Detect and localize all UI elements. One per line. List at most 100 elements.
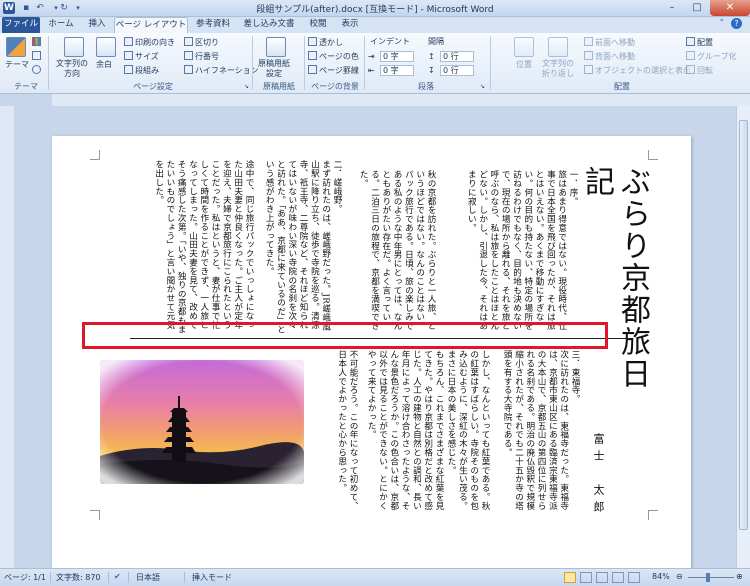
- paragraph-group-label: 段落: [418, 82, 434, 91]
- ribbon-separator: [304, 36, 305, 90]
- highlight-annotation-box: [82, 322, 608, 349]
- wrap-text-button[interactable]: 文字列の 折り返し: [542, 59, 574, 79]
- arrange-group-label: 配置: [614, 82, 630, 91]
- text-block-6[interactable]: しかし、なんといっても紅葉である。秋の紅葉はすばらしい。寺院そのものを包み込むよ…: [446, 350, 490, 514]
- send-backward-icon: [584, 51, 593, 60]
- print-layout-view-icon[interactable]: [564, 572, 576, 583]
- document-title[interactable]: ぶらり京都旅日記: [579, 166, 650, 406]
- ribbon-separator: [490, 36, 491, 90]
- tab-review[interactable]: 校閲: [304, 17, 332, 33]
- outline-view-icon[interactable]: [612, 572, 624, 583]
- zoom-out-icon[interactable]: ⊖: [676, 572, 683, 581]
- horizontal-ruler[interactable]: [52, 94, 750, 106]
- window-title: 段組サンプル(after).docx [互換モード] - Microsoft W…: [256, 5, 494, 15]
- columns-button[interactable]: 段組み: [124, 65, 159, 76]
- minimize-ribbon-icon[interactable]: ˄: [720, 19, 725, 29]
- draft-view-icon[interactable]: [628, 572, 640, 583]
- breaks-button[interactable]: 区切り: [184, 37, 219, 48]
- text-block-2[interactable]: 秋の京都を訪れた。ぶらりと一人旅、というほどではない。なんのことはない、パック旅…: [344, 170, 436, 334]
- hyphenation-button[interactable]: ハイフネーション: [184, 65, 259, 76]
- manuscript-icon[interactable]: [266, 37, 286, 57]
- document-page[interactable]: ぶらり京都旅日記 富士 太郎 一．序。 旅はあまり得意ではない。現役時代、仕事で…: [52, 136, 691, 568]
- tab-insert[interactable]: 挿入: [82, 17, 112, 33]
- web-layout-view-icon[interactable]: [596, 572, 608, 583]
- hyphenation-icon: [184, 65, 193, 74]
- theme-button[interactable]: テーマ: [5, 59, 29, 70]
- close-button[interactable]: ✕: [710, 0, 750, 16]
- page-background-group-label: ページの背景: [311, 82, 359, 91]
- maximize-button[interactable]: □: [685, 0, 709, 16]
- pagoda-sunset-photo[interactable]: [100, 360, 304, 484]
- document-author[interactable]: 富士 太郎: [584, 433, 606, 523]
- tab-view[interactable]: 表示: [336, 17, 364, 33]
- size-button[interactable]: サイズ: [124, 51, 159, 62]
- tab-references[interactable]: 参考資料: [192, 17, 234, 33]
- theme-colors-icon[interactable]: [32, 37, 43, 48]
- text-direction-icon[interactable]: [64, 37, 84, 57]
- tab-file[interactable]: ファイル: [2, 17, 40, 33]
- text-block-7[interactable]: もちろん、これまでさまざまな紅葉を見てきた。やはり京都は別格だと改めて感じた。人…: [360, 350, 444, 514]
- spacing-after-input[interactable]: 0 行: [440, 65, 474, 76]
- send-backward-button[interactable]: 背面へ移動: [584, 51, 635, 62]
- orientation-button[interactable]: 印刷の向き: [124, 37, 175, 48]
- align-button[interactable]: 配置: [686, 37, 713, 48]
- wrap-text-icon[interactable]: [548, 37, 568, 57]
- indent-right-input[interactable]: 0 字: [380, 65, 414, 76]
- scrollbar-thumb[interactable]: [739, 120, 748, 530]
- insert-mode-indicator[interactable]: 挿入モード: [192, 572, 232, 583]
- tab-home[interactable]: ホーム: [44, 17, 78, 33]
- page-count[interactable]: ページ: 1/1: [4, 572, 46, 583]
- zoom-slider[interactable]: [688, 577, 734, 578]
- watermark-button[interactable]: 透かし: [308, 37, 343, 48]
- text-direction-button[interactable]: 文字列の 方向: [56, 59, 88, 79]
- margins-button[interactable]: 余白: [96, 59, 112, 70]
- text-block-4[interactable]: 途中で、同じ旅行パックでいっしょになった山田夫妻と仲良くなった。ご主人が定年を迎…: [100, 160, 254, 334]
- vertical-scrollbar[interactable]: [736, 106, 750, 568]
- zoom-level[interactable]: 84%: [652, 572, 670, 581]
- proofing-icon[interactable]: ✔: [114, 572, 121, 581]
- pagoda-sunset-image: [100, 360, 304, 484]
- spacing-before-icon: ↥: [428, 52, 435, 61]
- word-count[interactable]: 文字数: 870: [56, 572, 101, 583]
- ribbon-separator: [364, 36, 365, 90]
- bring-forward-button[interactable]: 前面へ移動: [584, 37, 635, 48]
- position-icon[interactable]: [514, 37, 534, 57]
- zoom-slider-thumb[interactable]: [706, 573, 710, 582]
- group-button[interactable]: グループ化: [686, 51, 737, 62]
- language-indicator[interactable]: 日本語: [136, 572, 160, 583]
- help-icon[interactable]: ?: [731, 18, 742, 29]
- spacing-before-input[interactable]: 0 行: [440, 51, 474, 62]
- tab-mailings[interactable]: 差し込み文書: [238, 17, 300, 33]
- line-numbers-icon: [184, 51, 193, 60]
- page-color-button[interactable]: ページの色: [308, 51, 359, 62]
- theme-effects-icon[interactable]: [32, 65, 43, 76]
- crop-mark: [648, 150, 658, 160]
- group-icon: [686, 51, 695, 60]
- rotate-button[interactable]: 回転: [686, 65, 713, 76]
- text-block-8[interactable]: 不可能だろう。この年になって初めて、日本人でよかったと心から思った。: [336, 350, 358, 514]
- margins-icon[interactable]: [96, 37, 116, 57]
- page-setup-launcher-icon[interactable]: ↘: [244, 83, 249, 90]
- text-block-3[interactable]: 二．嵯峨野。 まず訪れたのは、嵯峨野だった。JR嵯峨嵐山駅に降り立ち、徒歩で寺院…: [256, 160, 342, 334]
- tab-page-layout[interactable]: ページ レイアウト: [114, 17, 188, 33]
- text-block-1[interactable]: 一．序。 旅はあまり得意ではない。現役時代、仕事で日本全国を飛び回ったが、それは…: [438, 170, 578, 334]
- text-block-5[interactable]: 三．東福寺。 次に訪れたのは、東福寺だった。東福寺は、京都市東山区にある臨済宗東…: [492, 350, 580, 514]
- status-separator: [184, 572, 185, 583]
- status-separator: [128, 572, 129, 583]
- ribbon-tabs: ファイル ホーム 挿入 ページ レイアウト 参考資料 差し込み文書 校閲 表示 …: [0, 17, 750, 33]
- manuscript-settings-button[interactable]: 原稿用紙 設定: [258, 59, 290, 79]
- vertical-ruler[interactable]: [0, 106, 14, 568]
- selection-pane-button[interactable]: オブジェクトの選択と表示: [584, 65, 691, 76]
- page-borders-button[interactable]: ページ罫線: [308, 65, 359, 76]
- full-screen-view-icon[interactable]: [580, 572, 592, 583]
- paragraph-launcher-icon[interactable]: ↘: [480, 83, 485, 90]
- zoom-in-icon[interactable]: ⊕: [736, 572, 743, 581]
- minimize-button[interactable]: –: [660, 0, 684, 16]
- theme-icon[interactable]: [6, 37, 26, 57]
- page-color-icon: [308, 51, 317, 60]
- theme-fonts-icon[interactable]: [32, 51, 43, 62]
- indent-left-input[interactable]: 0 字: [380, 51, 414, 62]
- line-numbers-button[interactable]: 行番号: [184, 51, 219, 62]
- position-button[interactable]: 位置: [516, 59, 532, 70]
- status-separator: [108, 572, 109, 583]
